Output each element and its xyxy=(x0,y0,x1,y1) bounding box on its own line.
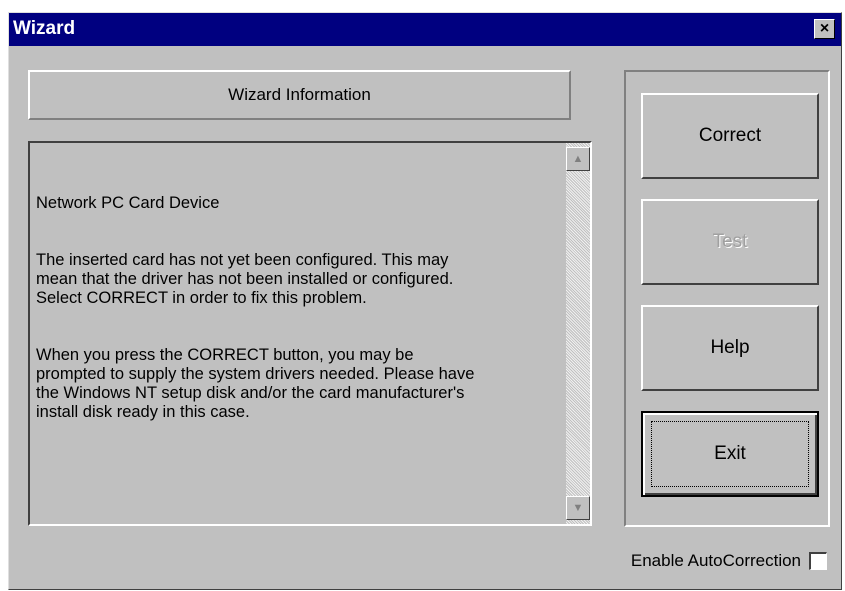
close-icon: × xyxy=(819,20,830,37)
window-title: Wizard xyxy=(13,18,76,39)
close-button[interactable]: × xyxy=(814,19,835,39)
autocorrection-option[interactable]: Enable AutoCorrection xyxy=(631,551,827,571)
scroll-up-button[interactable]: ▲ xyxy=(566,147,590,171)
arrow-up-icon: ▲ xyxy=(572,153,584,165)
exit-button[interactable]: Exit xyxy=(641,411,819,497)
correct-button[interactable]: Correct xyxy=(641,93,819,179)
wizard-window: Wizard × Wizard Information Network PC C… xyxy=(8,12,842,590)
help-button[interactable]: Help xyxy=(641,305,819,391)
focus-rectangle xyxy=(651,421,809,487)
information-text: Network PC Card Device The inserted card… xyxy=(36,175,566,460)
instructions-text: When you press the CORRECT button, you m… xyxy=(36,346,475,421)
configuration-message-text: The inserted card has not yet been confi… xyxy=(36,251,454,307)
device-name-text: Network PC Card Device xyxy=(36,194,220,212)
autocorrection-label: Enable AutoCorrection xyxy=(630,551,801,570)
autocorrection-checkbox[interactable] xyxy=(809,552,827,570)
wizard-information-header: Wizard Information xyxy=(28,70,571,120)
vertical-scrollbar[interactable]: ▲ ▼ xyxy=(566,143,590,524)
button-panel: Correct Test Help Exit xyxy=(624,70,830,527)
arrow-down-icon: ▼ xyxy=(572,502,584,514)
information-textbox[interactable]: Network PC Card Device The inserted card… xyxy=(28,141,592,526)
scroll-down-button[interactable]: ▼ xyxy=(566,496,590,520)
title-bar[interactable]: Wizard × xyxy=(9,13,841,46)
test-button[interactable]: Test xyxy=(641,199,819,285)
